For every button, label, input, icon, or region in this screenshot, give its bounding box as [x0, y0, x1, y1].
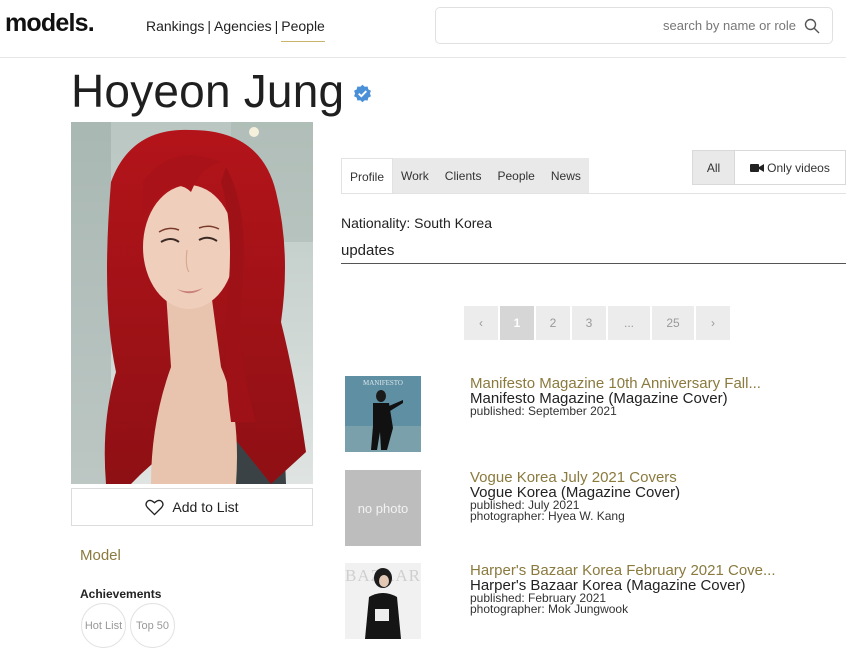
pagination-ellipsis: ... [608, 306, 650, 340]
nav-people[interactable]: People [281, 18, 325, 34]
update-thumbnail[interactable]: BAZAAR [345, 563, 421, 639]
badge-top-50[interactable]: Top 50 [130, 603, 175, 648]
pagination-page-1[interactable]: 1 [500, 306, 534, 340]
pagination-next[interactable]: › [696, 306, 730, 340]
tab-work[interactable]: Work [393, 158, 437, 194]
profile-tabs: Profile Work Clients People News [341, 158, 589, 194]
update-photographer: photographer: Mok Jungwook [470, 602, 629, 616]
achievements-title: Achievements [80, 587, 162, 601]
search-icon[interactable] [804, 18, 820, 34]
nav-separator: | [207, 18, 212, 34]
only-videos-label: Only videos [767, 160, 830, 175]
badge-hot-list[interactable]: Hot List [81, 603, 126, 648]
update-title[interactable]: Manifesto Magazine 10th Anniversary Fall… [470, 376, 845, 391]
update-title[interactable]: Harper's Bazaar Korea February 2021 Cove… [470, 563, 845, 578]
update-info: Harper's Bazaar Korea February 2021 Cove… [470, 563, 845, 615]
video-camera-icon [750, 163, 765, 172]
tabs-divider [341, 193, 846, 194]
tab-profile[interactable]: Profile [341, 158, 394, 194]
nav-rankings[interactable]: Rankings [146, 18, 204, 34]
main-nav: Rankings | Agencies | People [146, 18, 325, 34]
heart-icon [145, 499, 165, 516]
verified-check-icon [354, 84, 371, 103]
update-title[interactable]: Vogue Korea July 2021 Covers [470, 470, 845, 485]
model-portrait-photo [71, 122, 313, 484]
pagination: ‹ 1 2 3 ... 25 › [464, 306, 730, 340]
no-photo-placeholder: no photo [345, 470, 421, 546]
pagination-prev[interactable]: ‹ [464, 306, 498, 340]
tab-clients[interactable]: Clients [436, 158, 490, 194]
portrait-illustration [71, 122, 313, 484]
add-to-list-label: Add to List [172, 499, 239, 515]
media-filter: All Only videos [692, 150, 846, 185]
update-info: Vogue Korea July 2021 Covers Vogue Korea… [470, 470, 845, 522]
tab-news[interactable]: News [542, 158, 589, 194]
update-info: Manifesto Magazine 10th Anniversary Fall… [470, 376, 845, 417]
search-input[interactable] [446, 9, 796, 42]
nav-separator: | [274, 18, 279, 34]
magazine-cover-image: BAZAAR [345, 563, 421, 639]
site-logo[interactable]: models. [5, 9, 95, 38]
update-published-date: published: September 2021 [470, 404, 617, 418]
filter-all-button[interactable]: All [693, 151, 735, 184]
tab-people[interactable]: People [489, 158, 543, 194]
updates-divider [341, 263, 846, 264]
update-photographer: photographer: Hyea W. Kang [470, 509, 625, 523]
add-to-list-button[interactable]: Add to List [71, 488, 313, 526]
search-box[interactable] [435, 7, 833, 44]
magazine-cover-image: MANIFESTO [345, 376, 421, 452]
pagination-page-3[interactable]: 3 [572, 306, 606, 340]
pagination-page-25[interactable]: 25 [652, 306, 694, 340]
model-role[interactable]: Model [80, 547, 121, 564]
filter-only-videos-button[interactable]: Only videos [735, 151, 845, 184]
site-header: models. Rankings | Agencies | People [0, 0, 846, 58]
cover-masthead: MANIFESTO [363, 379, 403, 387]
nationality-text: Nationality: South Korea [341, 215, 492, 231]
update-thumbnail[interactable]: no photo [345, 470, 421, 546]
model-name: Hoyeon Jung [71, 65, 345, 117]
pagination-page-2[interactable]: 2 [536, 306, 570, 340]
update-thumbnail[interactable]: MANIFESTO [345, 376, 421, 452]
updates-heading: updates [341, 242, 395, 259]
nav-agencies[interactable]: Agencies [214, 18, 272, 34]
